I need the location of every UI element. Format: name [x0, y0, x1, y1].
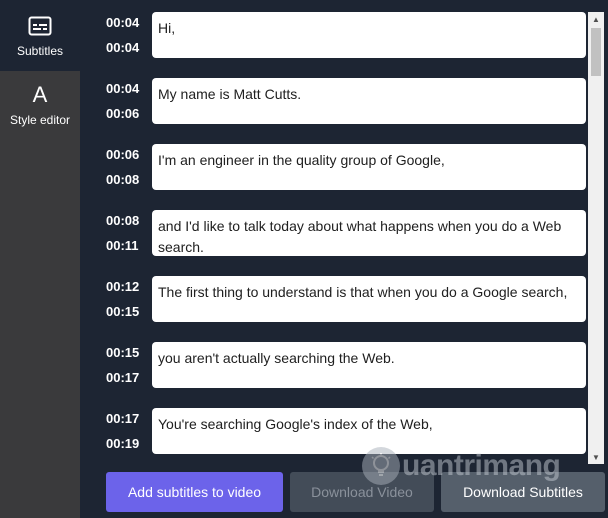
subtitle-row: 00:04 00:06 My name is Matt Cutts.: [80, 66, 588, 124]
subtitle-row: 00:17 00:19 You're searching Google's in…: [80, 396, 588, 454]
download-subtitles-button[interactable]: Download Subtitles: [441, 472, 605, 512]
start-time: 00:17: [106, 411, 140, 426]
subtitle-text-field[interactable]: My name is Matt Cutts.: [152, 78, 586, 124]
subtitle-row: 00:15 00:17 you aren't actually searchin…: [80, 330, 588, 388]
start-time: 00:15: [106, 345, 140, 360]
start-time: 00:08: [106, 213, 140, 228]
letter-a-icon: A: [32, 82, 48, 107]
start-time: 00:06: [106, 147, 140, 162]
download-video-button[interactable]: Download Video: [290, 472, 434, 512]
subtitle-text-field[interactable]: You're searching Google's index of the W…: [152, 408, 586, 454]
sidebar-item-label: Style editor: [9, 113, 71, 127]
end-time: 00:06: [106, 106, 140, 121]
end-time: 00:08: [106, 172, 140, 187]
sidebar-item-subtitles[interactable]: Subtitles: [0, 0, 80, 71]
subtitle-row: 00:08 00:11 and I'd like to talk today a…: [80, 198, 588, 256]
end-time: 00:19: [106, 436, 140, 451]
end-time: 00:11: [106, 238, 139, 253]
subtitle-text-field[interactable]: and I'd like to talk today about what ha…: [152, 210, 586, 256]
subtitle-text-field[interactable]: Hi,: [152, 12, 586, 58]
scroll-down-arrow-icon[interactable]: ▼: [588, 450, 604, 464]
end-time: 00:15: [106, 304, 140, 319]
subtitle-row: 00:12 00:15 The first thing to understan…: [80, 264, 588, 322]
scroll-up-arrow-icon[interactable]: ▲: [588, 12, 604, 26]
sidebar-item-label: Subtitles: [16, 44, 64, 58]
subtitle-row: 00:06 00:08 I'm an engineer in the quali…: [80, 132, 588, 190]
scroll-thumb[interactable]: [591, 28, 601, 76]
subtitle-text-field[interactable]: The first thing to understand is that wh…: [152, 276, 586, 322]
end-time: 00:17: [106, 370, 140, 385]
end-time: 00:04: [106, 40, 140, 55]
sidebar: Subtitles A Style editor: [0, 0, 80, 518]
start-time: 00:04: [106, 81, 140, 96]
sidebar-item-style-editor[interactable]: A Style editor: [0, 71, 80, 141]
subtitle-row: 00:04 00:04 Hi,: [80, 0, 588, 58]
subtitle-text-field[interactable]: I'm an engineer in the quality group of …: [152, 144, 586, 190]
start-time: 00:12: [106, 279, 140, 294]
add-subtitles-button[interactable]: Add subtitles to video: [106, 472, 283, 512]
scrollbar[interactable]: ▲ ▼: [588, 12, 604, 464]
subtitles-icon: [28, 16, 52, 36]
start-time: 00:04: [106, 15, 140, 30]
subtitle-text-field[interactable]: you aren't actually searching the Web.: [152, 342, 586, 388]
subtitle-list: 00:04 00:04 Hi, 00:04 00:06 My name is M…: [80, 0, 588, 464]
